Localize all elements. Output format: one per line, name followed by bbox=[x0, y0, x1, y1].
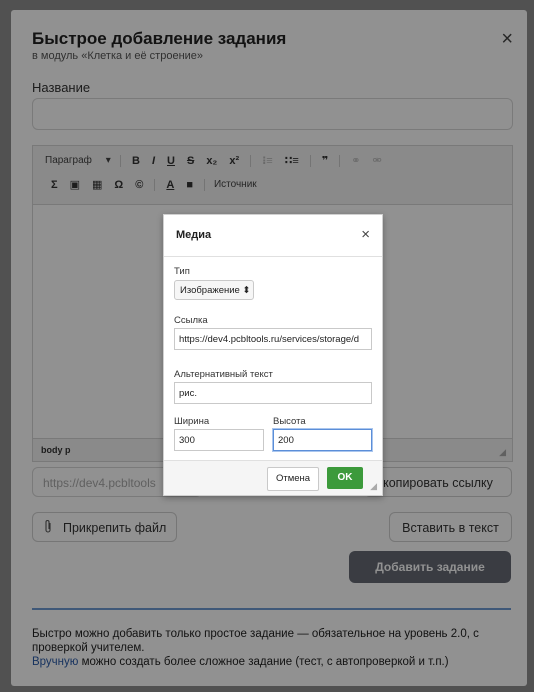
height-label: Высота bbox=[273, 416, 306, 427]
url-input[interactable]: https://dev4.pcbltools.ru/services/stora… bbox=[174, 328, 372, 350]
cancel-button[interactable]: Отмена bbox=[267, 467, 319, 491]
close-icon[interactable]: × bbox=[361, 226, 370, 243]
resize-grip-icon[interactable]: ◢ bbox=[370, 481, 377, 492]
ok-button[interactable]: OK bbox=[327, 467, 363, 489]
media-dialog: Медиа × Тип Изображение ⬍ Ссылка https:/… bbox=[163, 214, 383, 496]
alt-text-input[interactable]: рис. bbox=[174, 382, 372, 404]
width-label: Ширина bbox=[174, 416, 210, 427]
url-label: Ссылка bbox=[174, 315, 208, 326]
media-dialog-header: Медиа × bbox=[164, 215, 382, 257]
media-dialog-title: Медиа bbox=[176, 229, 212, 241]
alt-text-label: Альтернативный текст bbox=[174, 369, 273, 380]
width-input[interactable]: 300 bbox=[174, 429, 264, 451]
height-input[interactable]: 200 bbox=[273, 429, 372, 451]
type-label: Тип bbox=[174, 266, 190, 277]
media-dialog-footer: Отмена OK ◢ bbox=[164, 460, 382, 495]
type-select[interactable]: Изображение ⬍ bbox=[174, 280, 254, 300]
